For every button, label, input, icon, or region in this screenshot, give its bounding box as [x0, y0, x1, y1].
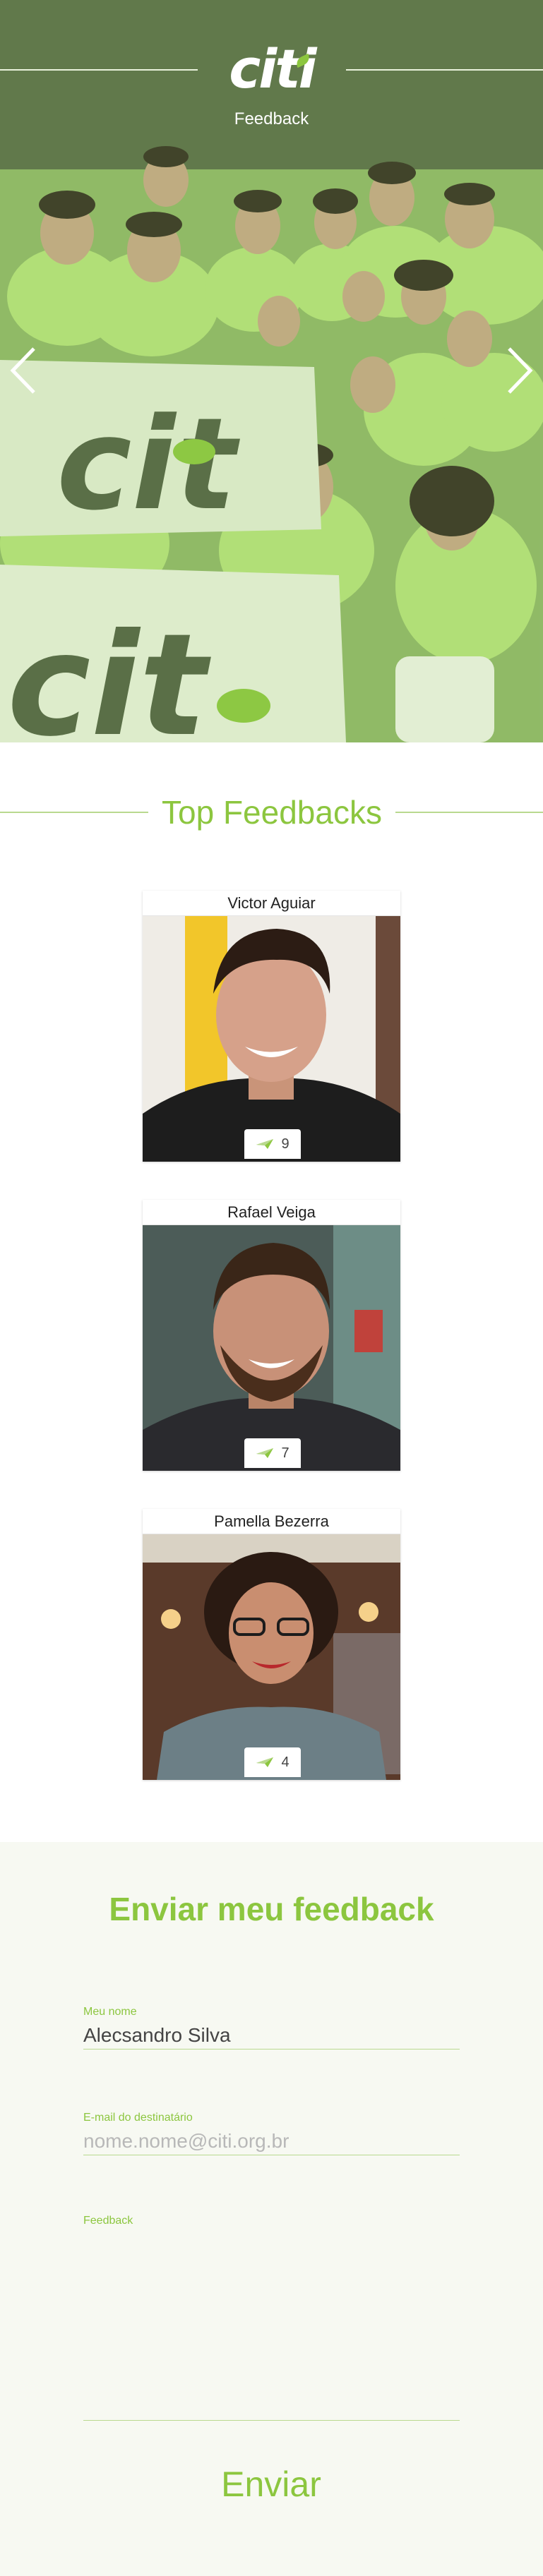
paper-plane-icon: [256, 1139, 274, 1149]
feedback-card[interactable]: Pamella Bezerra 4: [143, 1509, 400, 1780]
form-title: Enviar meu feedback: [109, 1891, 434, 1927]
top-feedbacks-header: Top Feedbacks: [0, 790, 543, 840]
feedback-field: Feedback: [83, 2215, 460, 2424]
paper-plane-icon: [256, 1757, 274, 1767]
hero-banner: cit cit citi Feedback: [0, 0, 543, 742]
name-field: Meu nome: [83, 2006, 460, 2050]
chevron-left-icon: [10, 347, 35, 394]
hero-divider-left: [0, 69, 198, 71]
person-photo: 9: [143, 916, 400, 1162]
card-person-name: Rafael Veiga: [143, 1200, 400, 1225]
feedback-count: 7: [281, 1445, 290, 1461]
feedback-count: 4: [281, 1754, 290, 1770]
paper-plane-icon: [256, 1448, 274, 1458]
feedback-count-badge: 9: [244, 1129, 301, 1159]
hero-divider-right: [346, 69, 543, 71]
person-photo-image: [143, 916, 400, 1162]
person-photo: 7: [143, 1225, 400, 1471]
feedback-count-badge: 7: [244, 1438, 301, 1468]
person-photo: 4: [143, 1534, 400, 1780]
divider-right: [395, 812, 543, 813]
chevron-right-icon: [508, 347, 533, 394]
citi-logo[interactable]: citi: [212, 35, 332, 106]
email-input[interactable]: [83, 2127, 460, 2155]
submit-button[interactable]: Enviar: [165, 2456, 377, 2512]
name-input[interactable]: [83, 2021, 460, 2050]
person-photo-image: [143, 1225, 400, 1471]
feedback-card[interactable]: Rafael Veiga 7: [143, 1200, 400, 1471]
feedback-label: Feedback: [83, 2215, 133, 2227]
feedback-count: 9: [281, 1136, 290, 1152]
divider-left: [0, 812, 148, 813]
feedback-textarea[interactable]: [83, 2230, 460, 2421]
carousel-next-button[interactable]: [501, 339, 537, 402]
feedback-form-section: Enviar meu feedback Meu nome E-mail do d…: [0, 1842, 543, 2576]
logo-text: citi: [229, 37, 316, 100]
person-photo-image: [143, 1534, 400, 1780]
top-feedbacks-title: Top Feedbacks: [162, 794, 382, 831]
hero-subtitle: Feedback: [234, 109, 309, 128]
card-person-name: Pamella Bezerra: [143, 1509, 400, 1534]
carousel-prev-button[interactable]: [6, 339, 42, 402]
email-label: E-mail do destinatário: [83, 2112, 193, 2124]
card-person-name: Victor Aguiar: [143, 891, 400, 916]
feedback-card[interactable]: Victor Aguiar 9: [143, 891, 400, 1162]
name-label: Meu nome: [83, 2006, 137, 2018]
feedback-count-badge: 4: [244, 1747, 301, 1777]
email-field: E-mail do destinatário: [83, 2112, 460, 2155]
